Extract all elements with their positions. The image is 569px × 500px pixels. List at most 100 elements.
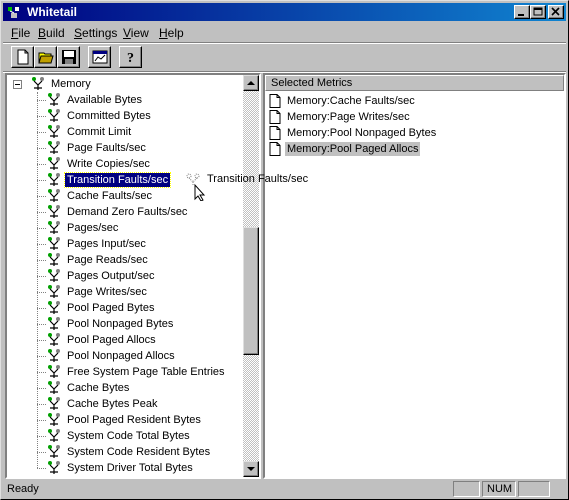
counter-icon [45, 188, 63, 204]
counter-icon [45, 332, 63, 348]
arrow-up-icon [247, 81, 255, 85]
maximize-icon [533, 7, 543, 16]
svg-text:?: ? [127, 51, 134, 65]
tree-item-label: Transition Faults/sec [63, 172, 172, 188]
menu-view[interactable]: View [123, 26, 149, 40]
counter-icon [45, 348, 63, 364]
counter-icon [45, 380, 63, 396]
header-label: Selected Metrics [271, 77, 353, 89]
selected-metric-label: Memory:Page Writes/sec [287, 111, 410, 123]
save-button[interactable] [57, 46, 80, 68]
tree-item-label: Pool Nonpaged Allocs [67, 350, 175, 362]
chart-button[interactable] [88, 46, 111, 68]
status-bar: Ready NUM [3, 481, 566, 498]
counter-icon [45, 124, 63, 140]
tree-item-label: Write Copies/sec [67, 158, 150, 170]
tree-item-label: Commit Limit [67, 126, 132, 138]
tree-item-label: Page Writes/sec [67, 286, 147, 298]
chart-icon [92, 50, 108, 64]
tree-item-label: Free System Page Table Entries [67, 366, 225, 378]
counter-icon [45, 252, 63, 268]
counter-icon [45, 236, 63, 252]
counter-icon [45, 444, 63, 460]
menu-help[interactable]: Help [159, 26, 184, 40]
new-button[interactable] [11, 46, 34, 68]
collapse-toggle[interactable] [13, 80, 22, 89]
tree-item-label: Page Reads/sec [67, 254, 148, 266]
tree-item-label: Cache Bytes Peak [67, 398, 158, 410]
tree-scrollbar[interactable] [243, 75, 259, 477]
help-button[interactable]: ? [119, 46, 142, 68]
document-icon [269, 110, 281, 124]
status-indicator-num: NUM [482, 481, 516, 497]
status-text: Ready [7, 483, 39, 495]
drag-ghost: Transition Faults/sec [185, 173, 309, 201]
main-window: Whitetail File Build Settings View Help [0, 0, 569, 500]
tree-item-label: System Driver Total Bytes [67, 462, 193, 474]
counter-icon [45, 156, 63, 172]
scroll-down-button[interactable] [243, 461, 259, 477]
counter-icon [45, 108, 63, 124]
tree-node-label: Memory [51, 78, 91, 90]
counter-icon [45, 364, 63, 380]
drag-label: Transition Faults/sec [207, 173, 309, 185]
menu-file[interactable]: File [11, 26, 30, 40]
document-icon [269, 94, 281, 108]
selected-metrics-pane: Selected Metrics Memory:Cache Faults/sec… [263, 73, 566, 479]
selected-metric-label: Memory:Pool Paged Allocs [285, 142, 421, 156]
counter-icon [45, 92, 63, 108]
tree-item-label: System Code Total Bytes [67, 430, 190, 442]
status-indicator-3 [518, 481, 550, 497]
counter-icon [45, 284, 63, 300]
tree-item-label: System Code Resident Bytes [67, 446, 211, 458]
tree-item-label: Pool Paged Bytes [67, 302, 155, 314]
menu-bar: File Build Settings View Help [3, 23, 566, 42]
selected-metrics-header[interactable]: Selected Metrics [265, 75, 564, 91]
title-bar[interactable]: Whitetail [3, 3, 566, 21]
counter-icon [45, 396, 63, 412]
close-button[interactable] [548, 5, 564, 19]
selected-metric-label: Memory:Pool Nonpaged Bytes [287, 127, 437, 139]
maximize-button[interactable] [530, 5, 546, 19]
counter-icon [45, 140, 63, 156]
tree-item-label: Pool Nonpaged Bytes [67, 318, 174, 330]
tree-item-label: Demand Zero Faults/sec [67, 206, 188, 218]
menu-settings[interactable]: Settings [74, 26, 117, 40]
document-icon [269, 142, 281, 156]
menu-separator [3, 42, 566, 44]
drag-cursor-icon [186, 173, 206, 201]
counter-icon [45, 268, 63, 284]
scroll-thumb[interactable] [243, 227, 259, 355]
minimize-icon [518, 14, 524, 16]
status-indicator-1 [453, 481, 480, 497]
counter-icon [45, 220, 63, 236]
help-icon: ? [127, 51, 134, 65]
tree-item-label: Pages Output/sec [67, 270, 155, 282]
menu-build[interactable]: Build [38, 26, 65, 40]
tree-item-label: Committed Bytes [67, 110, 151, 122]
counter-object-icon [29, 76, 47, 92]
document-icon [269, 126, 281, 140]
selected-metric-label: Memory:Cache Faults/sec [287, 95, 415, 107]
open-folder-icon [38, 52, 54, 64]
toolbar: ? [3, 45, 566, 71]
window-title: Whitetail [27, 5, 77, 19]
open-button[interactable] [34, 46, 57, 68]
tree-item-label: Cache Bytes [67, 382, 130, 394]
counter-icon [45, 204, 63, 220]
tree-item-label: Page Faults/sec [67, 142, 146, 154]
tree-item-label: Pages/sec [67, 222, 119, 234]
tree-item-label: Pages Input/sec [67, 238, 146, 250]
counter-icon [45, 172, 63, 188]
metric-tree-pane: Memory Available Bytes Committed Bytes Comm… [5, 73, 261, 479]
counter-icon [45, 300, 63, 316]
app-icon [8, 7, 19, 18]
scroll-up-button[interactable] [243, 75, 259, 91]
minimize-button[interactable] [514, 5, 530, 19]
save-disk-icon [62, 50, 76, 64]
arrow-down-icon [247, 467, 255, 471]
tree-item-label: Pool Paged Allocs [67, 334, 156, 346]
counter-icon [45, 412, 63, 428]
counter-icon [45, 428, 63, 444]
counter-icon [45, 316, 63, 332]
